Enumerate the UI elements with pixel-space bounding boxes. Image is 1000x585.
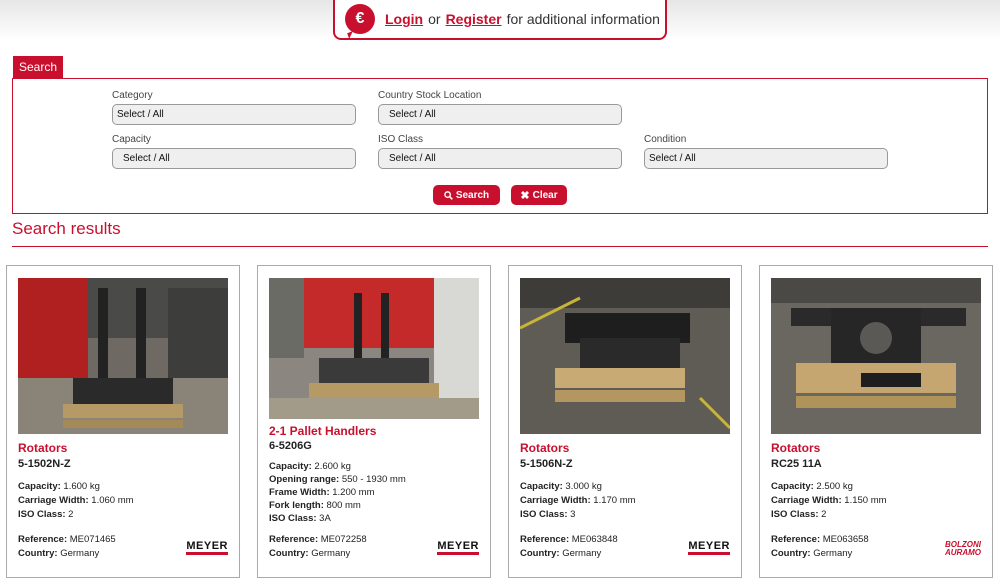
login-banner: € Login or Register for additional infor… [333, 0, 667, 40]
results-divider [12, 246, 988, 247]
iso-class-field: ISO Class Select / All [378, 134, 622, 169]
result-card[interactable]: Rotators 5-1506N-Z Capacity: 3.000 kg Ca… [508, 265, 742, 578]
product-specs: Capacity: 2.600 kg Opening range: 550 - … [269, 461, 406, 524]
close-icon: ✖ [520, 189, 530, 202]
euro-icon: € [345, 4, 375, 34]
meyer-logo: MEYER [688, 541, 730, 555]
product-photo[interactable] [269, 278, 479, 419]
meyer-logo: MEYER [186, 541, 228, 555]
result-card[interactable]: 2-1 Pallet Handlers 6-5206G Capacity: 2.… [257, 265, 491, 578]
or-text: or [428, 11, 441, 27]
iso-class-label: ISO Class [378, 134, 424, 145]
result-card[interactable]: Rotators 5-1502N-Z Capacity: 1.600 kg Ca… [6, 265, 240, 578]
product-photo[interactable] [18, 278, 228, 434]
product-category[interactable]: Rotators [18, 441, 67, 455]
category-label: Category [112, 90, 153, 101]
product-category[interactable]: 2-1 Pallet Handlers [269, 424, 376, 438]
capacity-label: Capacity [112, 134, 151, 145]
product-photo[interactable] [771, 278, 981, 434]
bolzoni-auramo-logo: BOLZONI AURAMO [945, 540, 981, 557]
product-meta: Reference: ME071465 Country: Germany [18, 534, 116, 559]
product-model: 6-5206G [269, 440, 312, 452]
product-photo[interactable] [520, 278, 730, 434]
login-link[interactable]: Login [385, 11, 423, 27]
country-field: Country Stock Location Select / All [378, 90, 622, 125]
product-model: RC25 11A [771, 458, 822, 470]
product-meta: Reference: ME072258 Country: Germany [269, 534, 367, 559]
capacity-select[interactable]: Select / All [112, 148, 356, 169]
additional-info-text: for additional information [506, 11, 660, 27]
search-icon [443, 190, 453, 200]
product-meta: Reference: ME063658 Country: Germany [771, 534, 869, 559]
product-specs: Capacity: 2.500 kg Carriage Width: 1.150… [771, 481, 887, 520]
search-button[interactable]: Search [433, 185, 500, 205]
category-field: Category Select / All [112, 90, 356, 125]
product-model: 5-1502N-Z [18, 458, 71, 470]
result-card[interactable]: Rotators RC25 11A Capacity: 2.500 kg Car… [759, 265, 993, 578]
clear-button-label: Clear [532, 189, 558, 201]
country-select[interactable]: Select / All [378, 104, 622, 125]
product-category[interactable]: Rotators [520, 441, 569, 455]
product-category[interactable]: Rotators [771, 441, 820, 455]
iso-class-select[interactable]: Select / All [378, 148, 622, 169]
capacity-field: Capacity Select / All [112, 134, 356, 169]
condition-select[interactable]: Select / All [644, 148, 888, 169]
condition-label: Condition [644, 134, 687, 145]
product-model: 5-1506N-Z [520, 458, 573, 470]
clear-button[interactable]: ✖ Clear [511, 185, 567, 205]
product-meta: Reference: ME063848 Country: Germany [520, 534, 618, 559]
search-button-label: Search [455, 189, 490, 201]
product-specs: Capacity: 3.000 kg Carriage Width: 1.170… [520, 481, 636, 520]
country-label: Country Stock Location [378, 90, 482, 101]
condition-field: Condition Select / All [644, 134, 888, 169]
product-specs: Capacity: 1.600 kg Carriage Width: 1.060… [18, 481, 134, 520]
meyer-logo: MEYER [437, 541, 479, 555]
register-link[interactable]: Register [446, 11, 502, 27]
category-select[interactable]: Select / All [112, 104, 356, 125]
search-results-title: Search results [12, 219, 121, 238]
search-tab: Search [13, 56, 64, 78]
